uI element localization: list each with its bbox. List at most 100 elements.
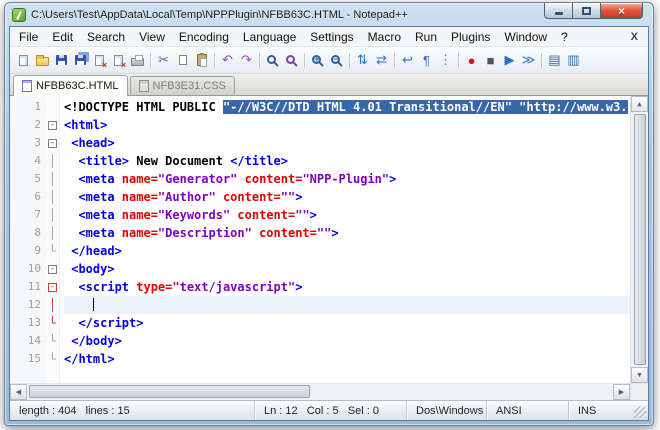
redo-icon[interactable]: ↷ (237, 51, 256, 70)
function-list-icon[interactable]: ▤ (545, 51, 564, 70)
print-icon[interactable] (128, 51, 147, 70)
menu-item-edit[interactable]: Edit (45, 28, 80, 46)
menu-item-encoding[interactable]: Encoding (172, 28, 236, 46)
fold-line: │ (49, 188, 56, 206)
horizontal-scroll-thumb[interactable] (29, 385, 310, 398)
save-all-icon[interactable] (71, 51, 90, 70)
code-line[interactable]: <meta name="Author" content=""> (64, 188, 630, 206)
scroll-down-arrow[interactable]: ▼ (631, 367, 648, 383)
status-insert-mode[interactable]: INS (569, 401, 634, 420)
scroll-up-arrow[interactable]: ▲ (631, 96, 648, 112)
replace-icon[interactable] (282, 51, 301, 70)
line-number: 10 (10, 260, 41, 278)
fold-line: └ (49, 350, 56, 368)
fold-collapse-box[interactable]: - (48, 139, 57, 148)
menu-item-view[interactable]: View (132, 28, 172, 46)
find-icon[interactable] (263, 51, 282, 70)
line-number: 3 (10, 134, 41, 152)
code-area[interactable]: <!DOCTYPE HTML PUBLIC "-//W3C//DTD HTML … (60, 96, 630, 383)
fold-margin-row: └ (46, 242, 59, 260)
fold-margin-row: - (46, 134, 59, 152)
tab-nfb3e31-css[interactable]: NFB3E31.CSS (130, 76, 235, 95)
code-line[interactable]: <meta name="Description" content=""> (64, 224, 630, 242)
menu-item-macro[interactable]: Macro (361, 28, 408, 46)
line-number: 7 (10, 206, 41, 224)
undo-icon[interactable]: ↶ (218, 51, 237, 70)
line-number: 15 (10, 350, 41, 368)
menu-item-run[interactable]: Run (408, 28, 444, 46)
line-number: 12 (10, 296, 41, 314)
menu-close-button[interactable]: X (623, 31, 646, 43)
code-line[interactable]: <title> New Document </title> (64, 152, 630, 170)
record-macro-icon[interactable]: ● (462, 51, 481, 70)
line-number: 6 (10, 188, 41, 206)
toolbar-separator (214, 53, 215, 68)
code-line[interactable]: </html> (64, 350, 630, 368)
close-doc-icon[interactable] (90, 51, 109, 70)
run-macro-multiple-icon[interactable]: ≫ (519, 51, 538, 70)
play-macro-icon[interactable]: ▶ (500, 51, 519, 70)
menu-item-plugins[interactable]: Plugins (444, 28, 497, 46)
resize-grip[interactable] (634, 406, 646, 418)
fold-collapse-box[interactable]: - (48, 121, 57, 130)
fold-collapse-box[interactable]: - (48, 283, 57, 292)
sync-horizontal-icon[interactable]: ⇄ (372, 51, 391, 70)
indent-guide-icon[interactable]: ⋮ (436, 51, 455, 70)
menu-item-search[interactable]: Search (80, 28, 132, 46)
code-line[interactable]: <html> (64, 116, 630, 134)
toolbar-separator (458, 53, 459, 68)
maximize-button[interactable] (573, 3, 600, 19)
menu-item-help[interactable]: ? (554, 28, 575, 46)
code-line[interactable]: <!DOCTYPE HTML PUBLIC "-//W3C//DTD HTML … (64, 98, 630, 116)
menu-bar: FileEditSearchViewEncodingLanguageSettin… (10, 27, 648, 47)
cut-icon[interactable]: ✂ (154, 51, 173, 70)
close-all-icon[interactable] (109, 51, 128, 70)
stop-macro-icon[interactable]: ■ (481, 51, 500, 70)
show-all-chars-icon[interactable]: ¶ (417, 51, 436, 70)
code-line[interactable]: </script> (64, 314, 630, 332)
save-icon[interactable] (52, 51, 71, 70)
scroll-left-arrow[interactable]: ◀ (10, 384, 27, 400)
menu-item-settings[interactable]: Settings (303, 28, 360, 46)
code-line[interactable]: <script type="text/javascript"> (64, 278, 630, 296)
menu-item-window[interactable]: Window (497, 28, 554, 46)
fold-line: │ (49, 170, 56, 188)
menu-item-language[interactable]: Language (236, 28, 303, 46)
document-map-icon[interactable]: ▥ (564, 51, 583, 70)
vertical-scrollbar[interactable]: ▲ ▼ (630, 96, 648, 383)
zoom-out-icon[interactable] (327, 51, 346, 70)
code-segment: "" (281, 190, 295, 204)
code-segment: "" (317, 226, 331, 240)
new-file-icon[interactable] (14, 51, 33, 70)
scroll-right-arrow[interactable]: ▶ (613, 384, 630, 400)
code-line[interactable]: <meta name="Keywords" content=""> (64, 206, 630, 224)
copy-icon[interactable] (173, 51, 192, 70)
horizontal-scroll-track[interactable] (27, 384, 613, 400)
horizontal-scrollbar[interactable]: ◀ ▶ (10, 384, 630, 400)
zoom-in-icon[interactable] (308, 51, 327, 70)
code-line[interactable]: </head> (64, 242, 630, 260)
open-folder-icon[interactable] (33, 51, 52, 70)
code-segment: "Author" (158, 190, 216, 204)
code-line[interactable]: <head> (64, 134, 630, 152)
paste-icon[interactable] (192, 51, 211, 70)
scrollbar-corner (630, 384, 648, 400)
save-shape (56, 55, 67, 65)
code-line[interactable]: <meta name="Generator" content="NPP-Plug… (64, 170, 630, 188)
editor[interactable]: 123456789101112131415 --│││││└--│└└└ <!D… (10, 96, 648, 383)
tab-nfbb63c-html[interactable]: NFBB63C.HTML (13, 75, 128, 96)
minimize-button[interactable] (544, 3, 573, 19)
code-line[interactable]: <body> (64, 260, 630, 278)
vertical-scroll-thumb[interactable] (634, 114, 646, 365)
close-button[interactable]: × (600, 3, 643, 19)
status-eol-format: Dos\Windows (407, 401, 487, 420)
menu-item-file[interactable]: File (12, 28, 45, 46)
line-number: 11 (10, 278, 41, 296)
find-shape (267, 55, 276, 64)
code-segment: <meta (64, 190, 122, 204)
sync-vertical-icon[interactable]: ⇅ (353, 51, 372, 70)
code-line[interactable]: </body> (64, 332, 630, 350)
word-wrap-icon[interactable]: ↩ (398, 51, 417, 70)
code-line[interactable] (64, 296, 630, 314)
fold-collapse-box[interactable]: - (48, 265, 57, 274)
